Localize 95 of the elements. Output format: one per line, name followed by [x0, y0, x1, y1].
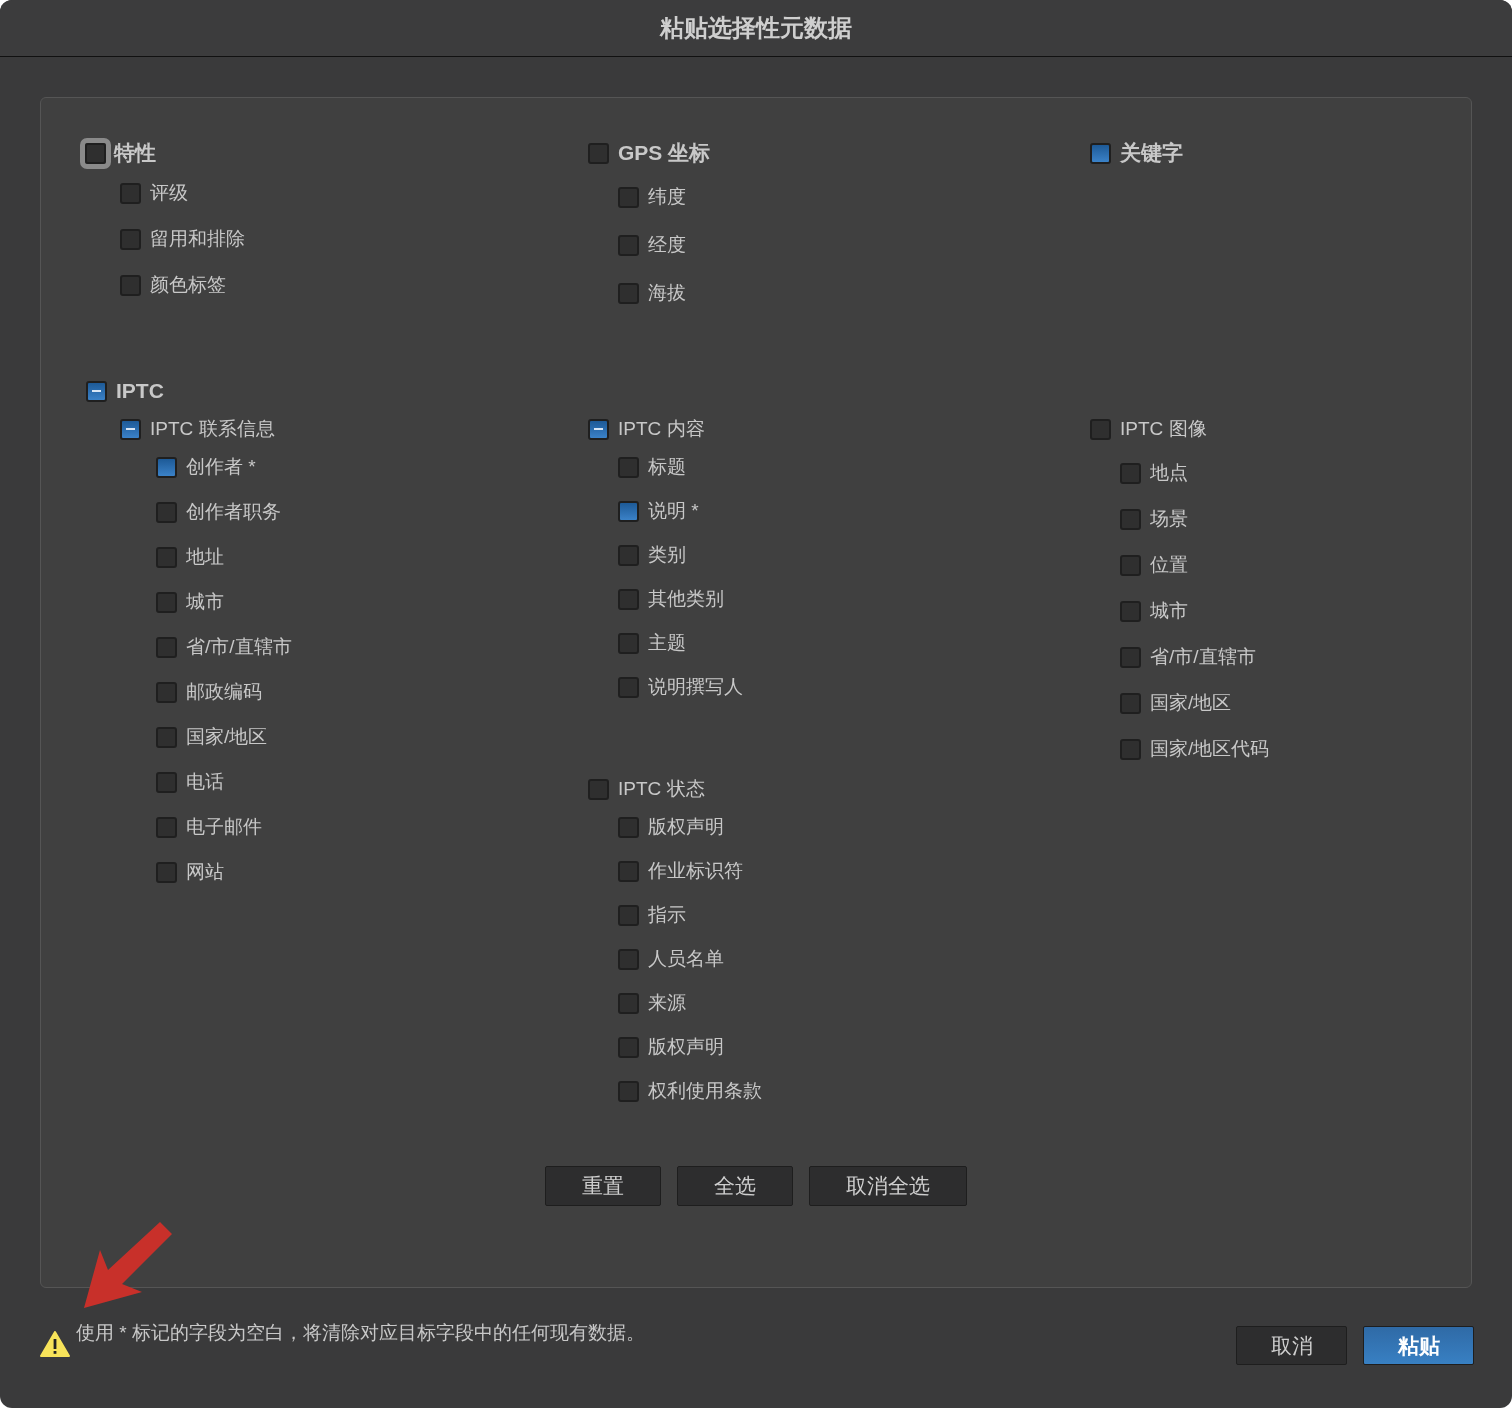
checkbox[interactable]	[618, 500, 639, 522]
checkbox-label: IPTC 联系信息	[150, 416, 275, 441]
checkbox[interactable]	[120, 182, 141, 204]
dialog-button[interactable]: 取消	[1236, 1326, 1347, 1365]
checkbox-label: 标题	[648, 454, 686, 479]
checkbox-label: 权利使用条款	[648, 1078, 762, 1103]
checkbox-label: 电子邮件	[186, 814, 262, 839]
checkbox-label: 纬度	[648, 184, 686, 209]
checkbox-label: 邮政编码	[186, 679, 262, 704]
checkbox-label: 网站	[186, 859, 224, 884]
checkbox[interactable]	[1120, 508, 1141, 530]
checkbox-label: 位置	[1150, 552, 1188, 577]
checkbox[interactable]	[86, 380, 107, 402]
checkbox-label: 主题	[648, 630, 686, 655]
checkbox-label: 国家/地区	[186, 724, 268, 749]
checkbox-label: 特性	[114, 140, 156, 167]
checkbox-label: 经度	[648, 232, 686, 257]
checkbox[interactable]	[156, 771, 177, 793]
checkbox[interactable]	[156, 816, 177, 838]
checkbox-label: IPTC 内容	[618, 416, 705, 441]
checkbox[interactable]	[1120, 600, 1141, 622]
notice-text: 使用 * 标记的字段为空白，将清除对应目标字段中的任何现有数据。	[76, 1321, 645, 1345]
checkbox[interactable]	[618, 904, 639, 926]
checkbox-label: 地点	[1150, 460, 1188, 485]
checkbox[interactable]	[618, 1036, 639, 1058]
checkbox-label: IPTC 图像	[1120, 416, 1207, 441]
checkbox[interactable]	[120, 418, 141, 440]
checkbox-label: 指示	[648, 902, 686, 927]
checkbox[interactable]	[120, 274, 141, 296]
checkbox[interactable]	[1090, 142, 1111, 164]
checkbox[interactable]	[618, 282, 639, 304]
checkbox[interactable]	[156, 456, 177, 478]
checkbox[interactable]	[1120, 738, 1141, 760]
checkbox[interactable]	[618, 632, 639, 654]
checkbox-label: 国家/地区	[1150, 690, 1232, 715]
checkbox[interactable]	[1120, 462, 1141, 484]
checkbox-label: 作业标识符	[648, 858, 743, 883]
checkbox[interactable]	[156, 636, 177, 658]
checkbox-label: 场景	[1150, 506, 1188, 531]
checkbox[interactable]	[156, 726, 177, 748]
checkbox[interactable]	[156, 681, 177, 703]
checkbox[interactable]	[120, 228, 141, 250]
checkbox-label: 地址	[186, 544, 224, 569]
checkbox[interactable]	[618, 588, 639, 610]
checkbox[interactable]	[588, 142, 609, 164]
dialog-button[interactable]: 重置	[545, 1166, 661, 1206]
warning-icon	[40, 1331, 70, 1357]
checkbox-label: 创作者职务	[186, 499, 281, 524]
dialog-button[interactable]: 取消全选	[809, 1166, 967, 1206]
checkbox-label: 说明撰写人	[648, 674, 743, 699]
checkbox-label: 版权声明	[648, 814, 724, 839]
checkbox[interactable]	[618, 1080, 639, 1102]
checkbox[interactable]	[1120, 646, 1141, 668]
checkbox-label: 创作者 *	[186, 454, 256, 479]
dialog-button[interactable]: 粘贴	[1363, 1326, 1474, 1365]
checkbox-label: GPS 坐标	[618, 140, 711, 167]
checkbox[interactable]	[618, 992, 639, 1014]
checkbox-label: 城市	[186, 589, 224, 614]
checkbox-label: 城市	[1150, 598, 1188, 623]
checkbox-label: 省/市/直辖市	[1150, 644, 1256, 669]
window-title: 粘贴选择性元数据	[660, 13, 852, 43]
checkbox[interactable]	[618, 544, 639, 566]
checkbox[interactable]	[1090, 418, 1111, 440]
checkbox-label: 国家/地区代码	[1150, 736, 1270, 761]
checkbox-label: 评级	[150, 180, 188, 205]
checkbox[interactable]	[156, 546, 177, 568]
checkbox[interactable]	[618, 456, 639, 478]
checkbox-label: 类别	[648, 542, 686, 567]
checkbox-label: 关键字	[1120, 140, 1183, 167]
checkbox-label: 电话	[186, 769, 224, 794]
checkbox-label: 来源	[648, 990, 686, 1015]
dialog-button[interactable]: 全选	[677, 1166, 793, 1206]
checkbox[interactable]	[618, 816, 639, 838]
checkbox[interactable]	[156, 501, 177, 523]
checkbox-label: 版权声明	[648, 1034, 724, 1059]
checkbox[interactable]	[618, 234, 639, 256]
checkbox[interactable]	[618, 860, 639, 882]
checkbox-label: IPTC	[116, 378, 164, 405]
checkbox[interactable]	[1120, 554, 1141, 576]
checkbox-label: 留用和排除	[150, 226, 245, 251]
checkbox[interactable]	[588, 778, 609, 800]
checkbox[interactable]	[618, 676, 639, 698]
checkbox-label: 颜色标签	[150, 272, 226, 297]
checkbox[interactable]	[156, 861, 177, 883]
checkbox-label: 其他类别	[648, 586, 724, 611]
checkbox-label: 省/市/直辖市	[186, 634, 292, 659]
checkbox-label: 说明 *	[648, 498, 699, 523]
checkbox-label: IPTC 状态	[618, 776, 705, 801]
checkbox[interactable]	[618, 186, 639, 208]
checkbox-label: 海拔	[648, 280, 686, 305]
checkbox-label: 人员名单	[648, 946, 724, 971]
checkbox[interactable]	[1120, 692, 1141, 714]
checkbox[interactable]	[156, 591, 177, 613]
checkbox[interactable]	[588, 418, 609, 440]
checkbox[interactable]	[618, 948, 639, 970]
